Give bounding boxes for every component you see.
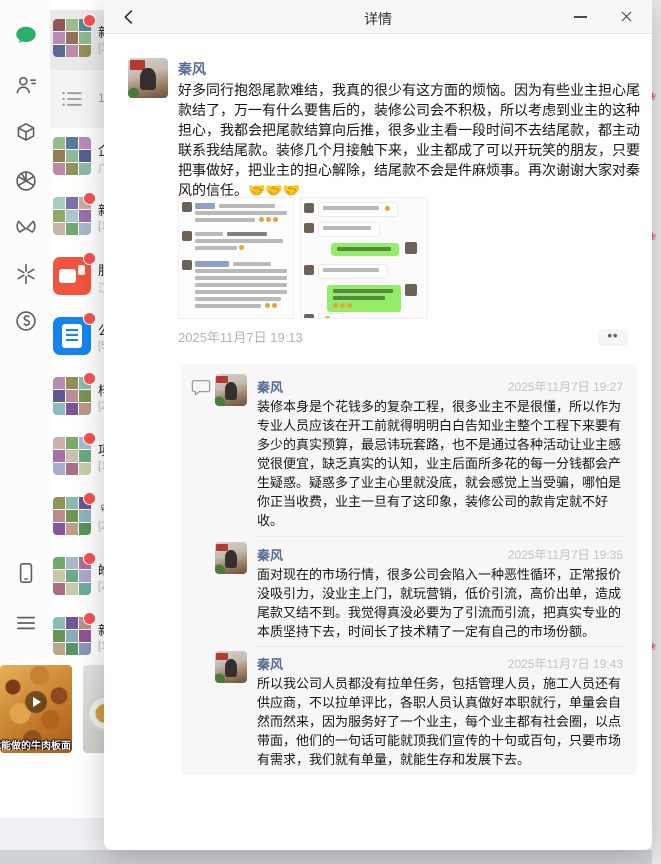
- comment-text: 面对现在的市场行情，很多公司会陷入一种恶性循环，正常报价没吸引力，没业主上门，就…: [257, 567, 622, 639]
- comment-timestamp: 2025年11月7日 19:35: [507, 548, 623, 562]
- comments-panel: 秦风 2025年11月7日 19:27 装修本身是个花钱多的复杂工程，很多业主不…: [181, 364, 637, 775]
- flower-icon: ❀: [652, 90, 656, 103]
- dialog-header: 详情: [104, 0, 652, 34]
- post-more-button[interactable]: ••: [598, 329, 628, 346]
- unread-badge: [83, 252, 96, 265]
- moments-aperture-icon[interactable]: [13, 168, 39, 194]
- collapsed-groups-icon: [58, 85, 86, 113]
- video-caption: 家就能做的牛肉板面: [0, 741, 71, 750]
- desktop-strip: [0, 850, 661, 864]
- comment-author-avatar[interactable]: [215, 651, 247, 683]
- favorites-box-icon[interactable]: [13, 120, 39, 146]
- unread-badge: [83, 612, 96, 625]
- channels-icon[interactable]: [13, 215, 39, 241]
- comment-timestamp: 2025年11月7日 19:27: [507, 380, 623, 394]
- comment-timestamp: 2025年11月7日 19:43: [507, 657, 623, 671]
- comment-bubble-icon: [191, 379, 211, 402]
- comment-author-name[interactable]: 秦风: [257, 377, 283, 396]
- unread-badge: [83, 372, 96, 385]
- chats-icon[interactable]: [13, 23, 39, 49]
- menu-icon[interactable]: [13, 610, 39, 636]
- background-window-edge: ❀ ❀ ❀: [652, 0, 661, 864]
- unread-badge: [83, 312, 96, 325]
- phone-icon[interactable]: [13, 560, 39, 586]
- close-button[interactable]: [610, 0, 644, 33]
- post-image-chat-screenshot-1[interactable]: [178, 197, 294, 319]
- post-author-avatar[interactable]: [128, 58, 168, 98]
- unread-badge: [83, 192, 96, 205]
- comment-author-avatar[interactable]: [215, 374, 247, 406]
- unread-badge: [83, 432, 96, 445]
- contacts-icon[interactable]: [13, 72, 39, 98]
- post-author-name[interactable]: 秦风: [178, 59, 206, 79]
- flower-icon: ❀: [652, 640, 656, 653]
- divider: [257, 646, 623, 647]
- app-sidebar-rail: [0, 0, 50, 660]
- detail-dialog: 详情 秦风 好多同行抱怨尾款难结，我真的很少有这方面的烦恼。因为有些业主担心尾款…: [104, 0, 652, 850]
- post-image-chat-screenshot-2[interactable]: [300, 197, 428, 319]
- unread-badge: [83, 492, 96, 505]
- unread-badge: [83, 552, 96, 565]
- comment-author-name[interactable]: 秦风: [257, 654, 283, 673]
- unread-badge: [83, 14, 96, 27]
- play-icon: [25, 690, 47, 713]
- post-timestamp: 2025年11月7日 19:13: [178, 330, 303, 345]
- link-icon[interactable]: [13, 308, 39, 334]
- divider: [257, 536, 623, 537]
- comment-author-name[interactable]: 秦风: [257, 545, 283, 564]
- comment-author-avatar[interactable]: [215, 542, 247, 574]
- group-avatar: [53, 137, 91, 175]
- comment-text: 装修本身是个花钱多的复杂工程，很多业主不是很懂，所以作为专业人员应该在开工前就得…: [257, 399, 622, 528]
- mini-programs-icon[interactable]: [13, 261, 39, 287]
- comment-text: 所以我公司人员都没有拉单任务，包括管理人员，施工人员还有供应商，不以拉单评比，各…: [257, 676, 622, 767]
- minimize-button[interactable]: [564, 0, 598, 33]
- food-video-thumbnail[interactable]: 家就能做的牛肉板面: [0, 665, 72, 753]
- flower-icon: ❀: [652, 230, 656, 243]
- post-text: 好多同行抱怨尾款难结，我真的很少有这方面的烦恼。因为有些业主担心尾款结了，万一有…: [178, 82, 640, 198]
- video-caption-wrap: 家就能做的牛肉板面: [0, 737, 72, 750]
